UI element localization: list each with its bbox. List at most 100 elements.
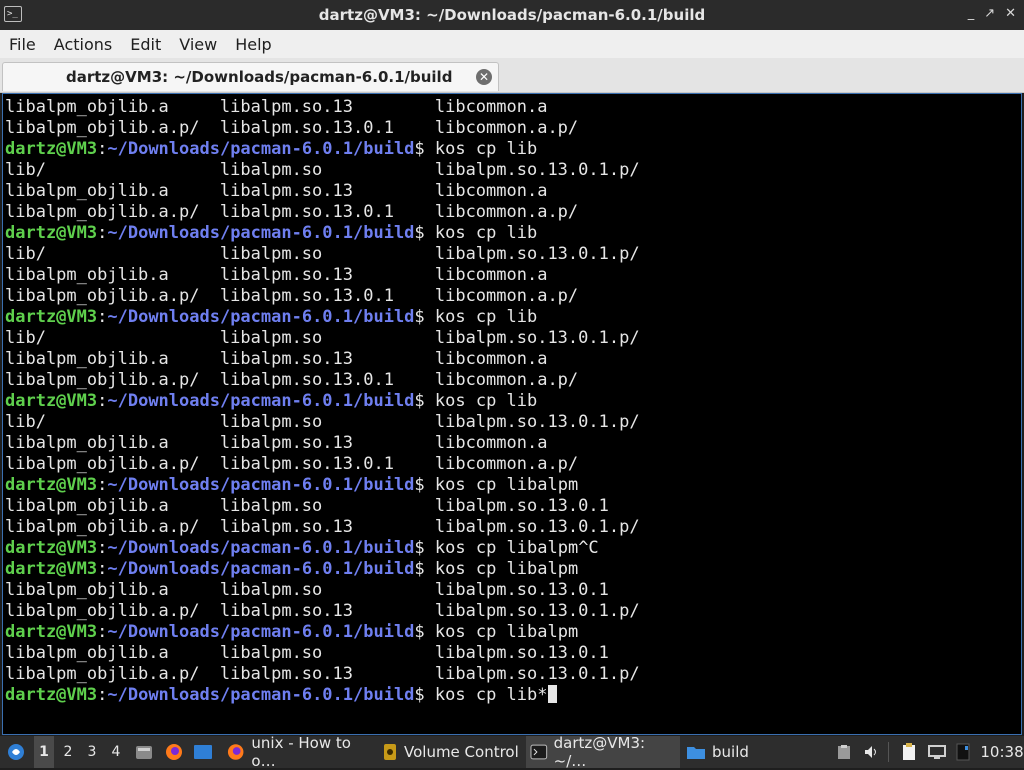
prompt-path: ~/Downloads/pacman-6.0.1/build [107,685,415,705]
prompt-path: ~/Downloads/pacman-6.0.1/build [107,307,415,327]
file-manager-icon [136,746,152,759]
close-button[interactable]: ✕ [1005,6,1016,21]
start-menu-button[interactable] [4,736,28,768]
output-line: libalpm_objlib.a libalpm.so.13 libcommon… [5,181,548,201]
clock[interactable]: 10:38 [980,736,1023,768]
speaker-icon [865,746,876,758]
task-build-folder[interactable]: build [682,736,776,768]
menu-file[interactable]: File [0,35,45,54]
workspace-2[interactable]: 2 [58,736,78,768]
task-label: unix - How to o… [251,734,351,770]
prompt-user: dartz@VM3 [5,475,98,495]
prompt-symbol: $ [414,559,435,579]
prompt-symbol: $ [414,685,435,705]
prompt-symbol: $ [414,475,435,495]
output-line: lib/ libalpm.so libalpm.so.13.0.1.p/ [5,160,640,180]
update-tray-button[interactable] [952,736,974,768]
prompt-line: dartz@VM3:~/Downloads/pacman-6.0.1/build… [5,538,640,559]
prompt-symbol: $ [414,391,435,411]
prompt-line: dartz@VM3:~/Downloads/pacman-6.0.1/build… [5,223,640,244]
lxqt-menu-icon [8,744,24,760]
file-manager-launcher[interactable] [133,736,155,768]
command-text: kos cp libalpm^C [434,538,599,558]
prompt-path: ~/Downloads/pacman-6.0.1/build [107,223,415,243]
terminal-lines: libalpm_objlib.a libalpm.so.13 libcommon… [5,97,640,706]
output-line: libalpm_objlib.a libalpm.so.13 libcommon… [5,349,548,369]
tab-close-icon[interactable]: ✕ [476,69,492,85]
terminal-tab[interactable]: dartz@VM3: ~/Downloads/pacman-6.0.1/buil… [2,62,499,91]
network-tray-button[interactable] [926,736,948,768]
minimize-button[interactable]: _ [968,6,975,21]
output-line: lib/ libalpm.so libalpm.so.13.0.1.p/ [5,328,640,348]
prompt-user: dartz@VM3 [5,223,98,243]
prompt-path: ~/Downloads/pacman-6.0.1/build [107,475,415,495]
prompt-colon: : [97,223,108,243]
menu-edit[interactable]: Edit [121,35,170,54]
prompt-path: ~/Downloads/pacman-6.0.1/build [107,391,415,411]
task-volume-control[interactable]: Volume Control [378,736,522,768]
menu-help[interactable]: Help [226,35,280,54]
terminal-output[interactable]: libalpm_objlib.a libalpm.so.13 libcommon… [2,93,1022,735]
output-line: libalpm_objlib.a libalpm.so libalpm.so.1… [5,643,609,663]
text-cursor [547,685,557,703]
output-line: libalpm_objlib.a.p/ libalpm.so.13.0.1 li… [5,286,579,306]
prompt-colon: : [97,685,108,705]
task-label: dartz@VM3: ~/… [553,734,646,770]
prompt-symbol: $ [414,307,435,327]
clipboard-tray-button[interactable] [898,736,920,768]
tray-item[interactable] [834,736,854,768]
output-line: libalpm_objlib.a.p/ libalpm.so.13 libalp… [5,601,640,621]
task-terminal[interactable]: dartz@VM3: ~/… [526,734,680,770]
prompt-path: ~/Downloads/pacman-6.0.1/build [107,622,415,642]
taskbar: 1 2 3 4 unix - How to o… Volume Control … [0,734,1024,770]
menu-actions[interactable]: Actions [45,35,121,54]
folder-icon [687,747,705,759]
volume-tray-button[interactable] [862,736,882,768]
prompt-colon: : [97,139,108,159]
prompt-colon: : [97,538,108,558]
output-line: libalpm_objlib.a libalpm.so libalpm.so.1… [5,496,609,516]
window-title: dartz@VM3: ~/Downloads/pacman-6.0.1/buil… [318,6,706,24]
battery-icon [956,743,970,761]
command-text: kos cp lib [434,391,538,411]
task-label: build [712,743,749,761]
prompt-symbol: $ [414,622,435,642]
window-controls: _ ↗ ✕ [968,6,1016,21]
prompt-user: dartz@VM3 [5,685,98,705]
output-line: libalpm_objlib.a.p/ libalpm.so.13.0.1 li… [5,202,579,222]
workspace-4[interactable]: 4 [106,736,126,768]
task-firefox[interactable]: unix - How to o… [222,734,376,770]
maximize-button[interactable]: ↗ [984,6,995,21]
title-bar: >_ dartz@VM3: ~/Downloads/pacman-6.0.1/b… [0,0,1024,30]
prompt-line: dartz@VM3:~/Downloads/pacman-6.0.1/build… [5,685,640,706]
prompt-colon: : [97,391,108,411]
prompt-line: dartz@VM3:~/Downloads/pacman-6.0.1/build… [5,559,640,580]
desktop-launcher[interactable] [192,736,214,768]
output-line: libalpm_objlib.a libalpm.so.13 libcommon… [5,433,548,453]
output-line: libalpm_objlib.a.p/ libalpm.so.13.0.1 li… [5,118,579,138]
tray-separator [888,742,889,762]
workspace-1[interactable]: 1 [34,736,54,768]
output-line: libalpm_objlib.a.p/ libalpm.so.13.0.1 li… [5,370,579,390]
prompt-line: dartz@VM3:~/Downloads/pacman-6.0.1/build… [5,391,640,412]
network-icon [928,745,946,759]
prompt-line: dartz@VM3:~/Downloads/pacman-6.0.1/build… [5,622,640,643]
command-text: kos cp lib* [434,685,548,705]
output-line: libalpm_objlib.a.p/ libalpm.so.13 libalp… [5,517,640,537]
prompt-user: dartz@VM3 [5,622,98,642]
command-text: kos cp lib [434,139,538,159]
prompt-colon: : [97,559,108,579]
prompt-path: ~/Downloads/pacman-6.0.1/build [107,139,415,159]
prompt-path: ~/Downloads/pacman-6.0.1/build [107,538,415,558]
prompt-symbol: $ [414,538,435,558]
command-text: kos cp lib [434,307,538,327]
workspace-3[interactable]: 3 [82,736,102,768]
task-label: Volume Control [404,743,519,761]
command-text: kos cp lib [434,223,538,243]
firefox-launcher[interactable] [162,736,186,768]
menu-bar: File Actions Edit View Help [0,30,1024,58]
menu-view[interactable]: View [170,35,226,54]
command-text: kos cp libalpm [434,475,579,495]
firefox-icon [227,744,244,760]
terminal-icon [530,744,548,760]
